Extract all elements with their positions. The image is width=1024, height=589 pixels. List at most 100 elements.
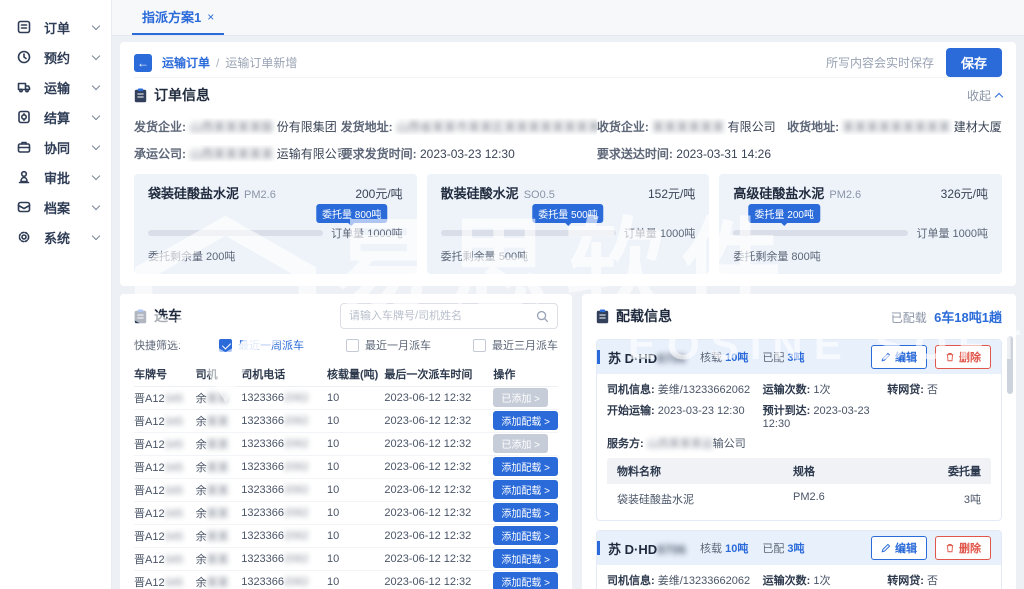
network-transfer: 转网贷: 否: [887, 572, 991, 588]
gear-icon: [16, 229, 32, 245]
archive-icon: [16, 199, 32, 215]
edit-button[interactable]: 编辑: [871, 536, 927, 560]
order-quantity: 订单量 1000吨: [331, 225, 403, 241]
material-price: 200元/吨: [355, 185, 402, 202]
redacted-text: 某某: [207, 508, 229, 520]
sidebar-item-reservations[interactable]: 预约: [0, 42, 111, 72]
redacted-text: 2062: [284, 576, 308, 588]
pencil-icon: [881, 352, 891, 362]
sidebar-item-system[interactable]: 系统: [0, 222, 111, 252]
chevron-down-icon: [92, 171, 100, 179]
breadcrumb-current-page: 运输订单新增: [225, 54, 297, 71]
checkbox[interactable]: [346, 339, 359, 352]
sidebar-item-label: 档案: [44, 198, 93, 217]
vehicle-select-panel: 选车 快捷筛选: 最近一周派车: [120, 294, 572, 589]
service-provider: 服务方: 山西某某某运输公司: [607, 435, 763, 451]
sidebar-item-label: 审批: [44, 168, 93, 187]
driver-phone: 1323366: [241, 461, 284, 473]
sidebar-item-approval[interactable]: 审批: [0, 162, 111, 192]
filter-label: 最近一周派车: [238, 337, 304, 353]
col-last-dispatch: 最后一次派车时间: [384, 362, 493, 386]
quick-filters: 最近一周派车 最近一月派车 最近三月派车: [181, 337, 558, 353]
load-capacity: 10: [327, 524, 384, 547]
material-card: 散装硅酸水泥 SO0.5 152元/吨 委托量 500吨 订单量 1000吨 委…: [427, 174, 710, 274]
sidebar-item-label: 订单: [44, 18, 93, 37]
filter-checkbox-item[interactable]: 最近三月派车: [473, 337, 558, 353]
driver-phone: 1323366: [241, 553, 284, 565]
filter-checkbox-item[interactable]: 最近一月派车: [346, 337, 431, 353]
collapse-toggle[interactable]: 收起: [967, 87, 1002, 104]
add-load-button[interactable]: 已添加 >: [493, 388, 548, 407]
material-price: 152元/吨: [648, 185, 695, 202]
sidebar-item-transport[interactable]: 运输: [0, 72, 111, 102]
sidebar-item-orders[interactable]: 订单: [0, 12, 111, 42]
load-card-body: 司机信息: 姜维/13233662062 运输次数: 1次 转网贷: 否 开始运…: [597, 565, 1001, 589]
add-load-button[interactable]: 添加配载 >: [493, 480, 558, 499]
plate-number: 晋A12: [134, 531, 165, 543]
search-input[interactable]: [349, 310, 536, 322]
breadcrumb-transport-order[interactable]: 运输订单: [162, 54, 210, 71]
col-driver: 司机: [196, 362, 242, 386]
add-load-button[interactable]: 添加配载 >: [493, 572, 558, 589]
redacted-text: 某某: [207, 416, 229, 428]
load-info-panel: 配载信息 已配载 6车18吨1趟 苏 D·HD8706 核载 10吨: [582, 294, 1016, 589]
back-button[interactable]: ←: [134, 54, 152, 72]
vehicle-search-box[interactable]: [340, 303, 558, 329]
add-load-button[interactable]: 已添加 >: [493, 434, 548, 453]
briefcase-icon: [16, 139, 32, 155]
quick-filter-label: 快捷筛选:: [134, 337, 181, 353]
sidebar: 订单 预约 运输 结算 协同 审批 档案 系统: [0, 0, 112, 589]
redacted-text: 2062: [284, 553, 308, 565]
trash-icon: [945, 352, 955, 362]
quick-filter-row: 快捷筛选: 最近一周派车 最近一月派车 最近三月派车: [134, 332, 558, 358]
scrollbar-thumb[interactable]: [1007, 336, 1013, 394]
chevron-up-icon: [995, 92, 1003, 100]
sidebar-item-archives[interactable]: 档案: [0, 192, 111, 222]
sidebar-item-collaboration[interactable]: 协同: [0, 132, 111, 162]
filter-checkbox-item[interactable]: 最近一周派车: [219, 337, 304, 353]
material-name: 散装硅酸水泥: [441, 183, 519, 202]
redacted-text: 345: [165, 393, 183, 405]
field-consignee: 收货企业: 某某某某某某 有限公司: [597, 118, 787, 135]
clipboard-icon: [596, 309, 609, 324]
add-load-button[interactable]: 添加配载 >: [493, 411, 558, 430]
breadcrumb: ← 运输订单 / 运输订单新增 所写内容会实时保存 保存: [134, 48, 1002, 78]
driver-name: 余: [196, 531, 207, 543]
material-name: 高级硅酸盐水泥: [733, 183, 824, 202]
redacted-text: 2062: [284, 530, 308, 542]
tab-bar: 指派方案1 ×: [112, 0, 1024, 36]
driver-info: 司机信息: 姜维/13233662062: [607, 572, 763, 588]
material-cards: 袋装硅酸盐水泥 PM2.6 200元/吨 委托量 800吨 订单量 1000吨 …: [134, 174, 1002, 274]
chevron-down-icon: [92, 231, 100, 239]
progress-track: [441, 230, 616, 236]
add-load-button[interactable]: 添加配载 >: [493, 503, 558, 522]
tab-close-icon[interactable]: ×: [207, 10, 214, 24]
save-button[interactable]: 保存: [946, 48, 1002, 77]
material-card: 高级硅酸盐水泥 PM2.6 326元/吨 委托量 200吨 订单量 1000吨 …: [719, 174, 1002, 274]
load-cards: 苏 D·HD8706 核载 10吨 已配 3吨 编辑: [596, 339, 1002, 589]
edit-button[interactable]: 编辑: [871, 345, 927, 369]
tab-dispatch-plan[interactable]: 指派方案1 ×: [132, 0, 224, 35]
redacted-text: 345: [165, 462, 183, 474]
driver-name: 余: [196, 485, 207, 497]
delete-button[interactable]: 删除: [935, 536, 991, 560]
checkbox[interactable]: [219, 339, 232, 352]
sidebar-item-settlement[interactable]: 结算: [0, 102, 111, 132]
last-dispatch-time: 2023-06-12 12:32: [384, 570, 493, 589]
checkbox[interactable]: [473, 339, 486, 352]
plate-number: 晋A12: [134, 508, 165, 520]
material-sub-table: 物料名称 规格 委托量 袋装硅酸盐水泥 PM2.6 3吨: [607, 458, 991, 511]
add-load-button[interactable]: 添加配载 >: [493, 526, 558, 545]
add-load-button[interactable]: 添加配载 >: [493, 549, 558, 568]
truck-icon: [16, 79, 32, 95]
last-dispatch-time: 2023-06-12 12:32: [384, 524, 493, 547]
delete-button[interactable]: 删除: [935, 345, 991, 369]
table-row: 晋A12345 余某某 13233662062 10 2023-06-12 12…: [134, 501, 558, 524]
add-load-button[interactable]: 添加配载 >: [493, 457, 558, 476]
order-info-card: ← 运输订单 / 运输订单新增 所写内容会实时保存 保存 订单信息 收起: [120, 42, 1016, 286]
tab-label: 指派方案1: [142, 7, 201, 26]
sidebar-item-label: 结算: [44, 108, 93, 127]
search-icon[interactable]: [536, 310, 549, 323]
redacted-text: 345: [165, 439, 183, 451]
col-phone: 司机电话: [241, 362, 327, 386]
